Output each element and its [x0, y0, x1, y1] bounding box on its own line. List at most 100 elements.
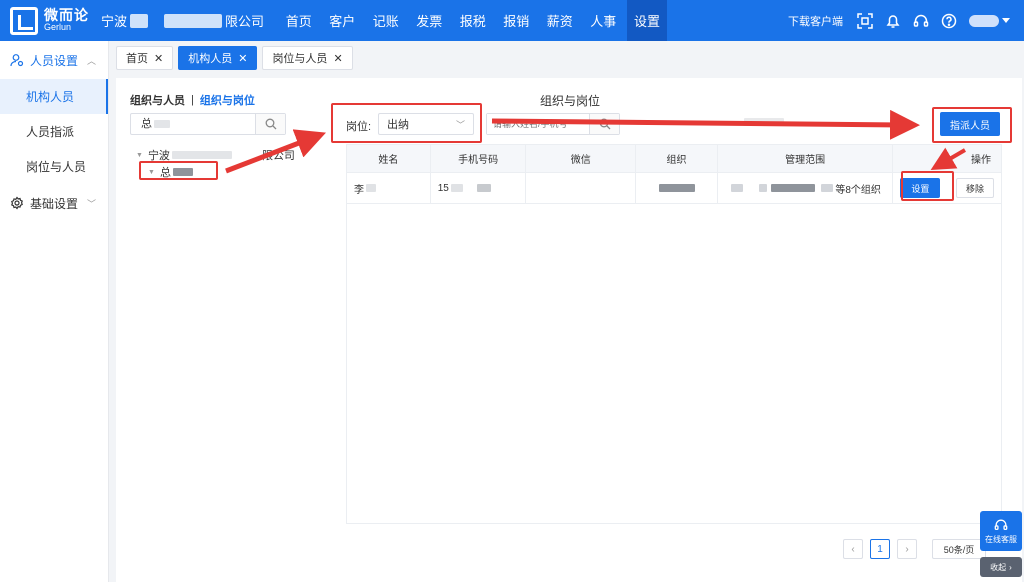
- nav-tax[interactable]: 报税: [451, 0, 495, 41]
- company-suffix: 限公司: [225, 14, 265, 29]
- page-size-select[interactable]: 50条/页: [932, 539, 986, 559]
- close-icon[interactable]: ✕: [333, 52, 342, 65]
- collapse-button[interactable]: 收起 ›: [980, 557, 1022, 577]
- prev-page-button[interactable]: ‹: [843, 539, 863, 559]
- content-title: 组织与岗位: [540, 94, 601, 108]
- caret-down-icon: [1002, 18, 1010, 23]
- staff-search[interactable]: [486, 113, 620, 135]
- headset-icon: [994, 519, 1008, 530]
- nav-salary[interactable]: 薪资: [538, 0, 582, 41]
- nav-hr[interactable]: 人事: [582, 0, 626, 41]
- cell-name: 李: [347, 173, 431, 203]
- subnav-org-post[interactable]: 组织与岗位: [200, 92, 255, 108]
- masked-text: [731, 184, 744, 192]
- close-icon[interactable]: ✕: [154, 52, 163, 65]
- logo-icon: [10, 6, 38, 35]
- download-client-link[interactable]: 下载客户端: [788, 13, 843, 29]
- main-nav: 首页 客户 记账 发票 报税 报销 薪资 人事 设置: [277, 0, 667, 41]
- org-tree-panel: 组织与人员 | 组织与岗位 总 ▼ 宁波 限公司 ▼ 总: [116, 78, 338, 582]
- caret-down-icon: ▼: [136, 151, 143, 159]
- search-button[interactable]: [589, 114, 619, 134]
- logo-text-en: Gerlun: [44, 22, 72, 33]
- sidebar: 人员设置 ︿ 机构人员 人员指派 岗位与人员 基础设置 ﹀: [0, 41, 109, 582]
- sidebar-group-label: 基础设置: [30, 196, 79, 211]
- gear-icon: [11, 196, 23, 210]
- help-icon[interactable]: [941, 13, 957, 29]
- sidebar-group-basic[interactable]: 基础设置 ﹀: [0, 184, 108, 222]
- remove-button[interactable]: 移除: [956, 178, 995, 198]
- collapse-label: 收起: [990, 562, 1007, 572]
- page-number[interactable]: 1: [870, 539, 890, 559]
- tab-home[interactable]: 首页 ✕: [116, 46, 174, 70]
- sidebar-item-assign[interactable]: 人员指派: [0, 114, 108, 149]
- cell-name-text: 李: [354, 184, 364, 196]
- sidebar-group-label: 人员设置: [30, 53, 79, 68]
- cell-wechat: [526, 173, 637, 203]
- masked-text: [164, 13, 223, 28]
- logo-text-cn: 微而论: [44, 6, 89, 23]
- masked-text: [742, 118, 786, 129]
- nav-invoice[interactable]: 发票: [408, 0, 452, 41]
- masked-text: [658, 184, 695, 192]
- headset-icon[interactable]: [913, 13, 929, 29]
- nav-bookkeeping[interactable]: 记账: [364, 0, 408, 41]
- nav-customer[interactable]: 客户: [321, 0, 365, 41]
- staff-search-input[interactable]: [487, 114, 589, 134]
- subnav-org-people[interactable]: 组织与人员: [130, 92, 185, 108]
- search-icon: [265, 118, 276, 130]
- tree-node-suffix: 限公司: [261, 150, 295, 162]
- nav-settings[interactable]: 设置: [627, 0, 667, 41]
- tab-post-staff[interactable]: 岗位与人员 ✕: [262, 46, 353, 70]
- staff-table: 姓名 手机号码 微信 组织 管理范围 操作 李 15 等8个组织 设置 移除: [346, 144, 1002, 524]
- tab-label: 机构人员: [188, 53, 233, 65]
- masked-text: [771, 184, 816, 192]
- masked-text: [821, 184, 834, 192]
- annotation-box: [932, 107, 1012, 143]
- col-actions: 操作: [970, 155, 991, 166]
- cell-phone: 15: [431, 173, 527, 203]
- sidebar-group-personnel[interactable]: 人员设置 ︿: [0, 41, 108, 79]
- cell-phone-text: 15: [437, 182, 449, 194]
- page-tabs: 首页 ✕ 机构人员 ✕ 岗位与人员 ✕: [116, 46, 353, 70]
- tab-label: 首页: [126, 53, 148, 65]
- annotation-box: [331, 103, 482, 143]
- avatar: [969, 14, 999, 27]
- cell-scope-text: 等8个组织: [835, 184, 881, 196]
- online-service-button[interactable]: 在线客服: [980, 511, 1022, 551]
- col-org: 组织: [636, 145, 718, 172]
- nav-reimburse[interactable]: 报销: [495, 0, 539, 41]
- annotation-box: [901, 171, 954, 201]
- chevron-up-icon: ︿: [86, 55, 96, 66]
- next-page-button[interactable]: ›: [897, 539, 917, 559]
- masked-text: [450, 184, 463, 192]
- user-menu[interactable]: [969, 14, 1010, 27]
- tree-search-value: 总: [141, 118, 152, 130]
- masked-text: [171, 151, 232, 159]
- pagination: ‹ 1 › 50条/页: [843, 539, 986, 559]
- masked-text: [154, 120, 170, 128]
- sidebar-item-post-staff[interactable]: 岗位与人员: [0, 149, 108, 184]
- sub-navigation: 组织与人员 | 组织与岗位: [130, 92, 255, 108]
- bell-icon[interactable]: [885, 13, 901, 29]
- col-scope: 管理范围: [718, 145, 894, 172]
- logo[interactable]: 微而论 Gerlun: [0, 6, 95, 35]
- main-panel: 组织与人员 | 组织与岗位 总 ▼ 宁波 限公司 ▼ 总 组织与岗位 岗位: 出: [116, 78, 1022, 582]
- tab-label: 岗位与人员: [272, 53, 328, 65]
- sidebar-item-org-staff[interactable]: 机构人员: [0, 79, 108, 114]
- tab-org-staff[interactable]: 机构人员 ✕: [178, 46, 258, 70]
- scan-icon[interactable]: [857, 12, 873, 29]
- col-phone: 手机号码: [431, 145, 527, 172]
- subnav-divider: |: [191, 94, 194, 106]
- online-service-label: 在线客服: [985, 534, 1017, 544]
- masked-text: [476, 184, 491, 192]
- close-icon[interactable]: ✕: [238, 52, 247, 65]
- nav-home[interactable]: 首页: [277, 0, 321, 41]
- table-header: 姓名 手机号码 微信 组织 管理范围 操作: [347, 145, 1001, 173]
- top-bar: 微而论 Gerlun 宁波 限公司 首页 客户 记账 发票 报税 报销 薪资 人…: [0, 0, 1024, 41]
- tree-search-input[interactable]: 总: [130, 113, 286, 135]
- user-settings-icon: [10, 54, 24, 67]
- masked-text: [744, 118, 784, 126]
- col-wechat: 微信: [526, 145, 637, 172]
- search-button[interactable]: [255, 114, 285, 134]
- masked-text: [759, 184, 768, 192]
